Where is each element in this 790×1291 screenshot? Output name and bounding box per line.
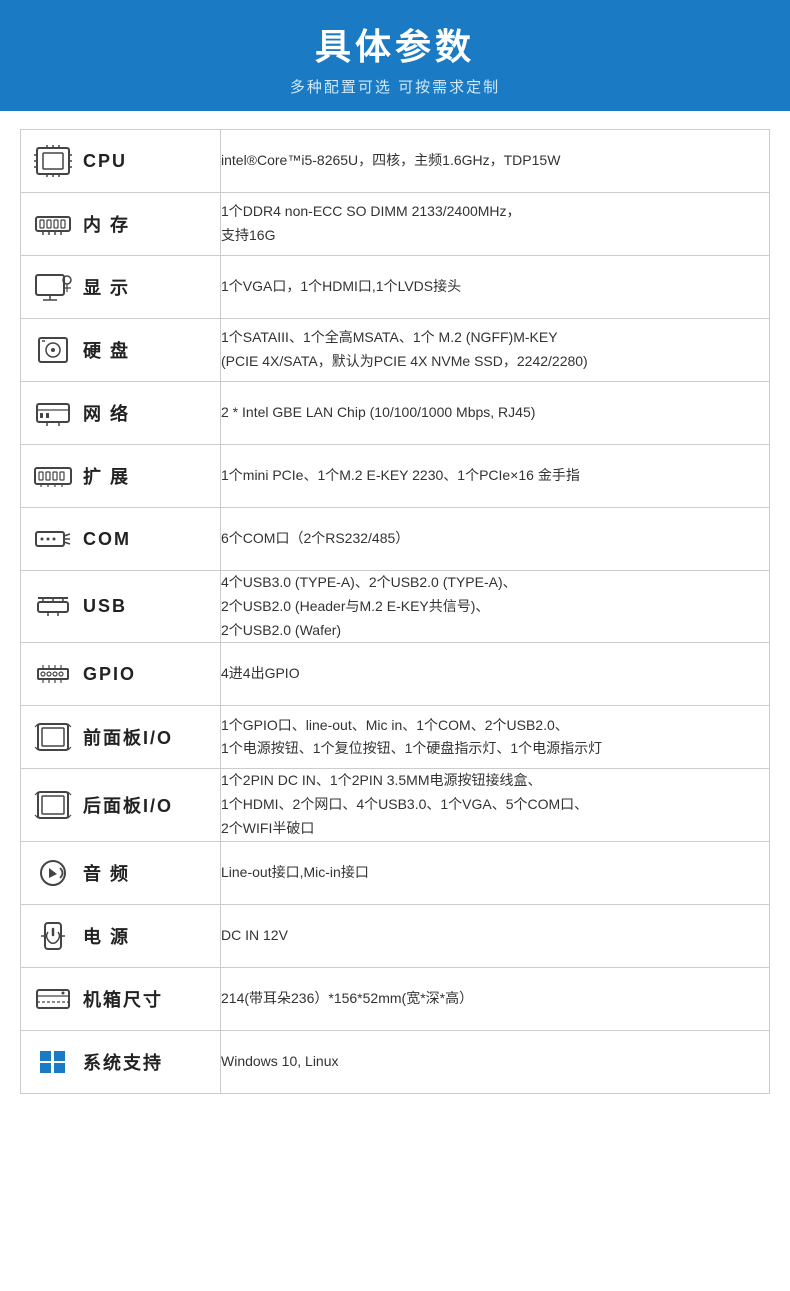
label-cell-gpio: GPIO — [21, 643, 221, 706]
label-cell-audio: 音 频 — [21, 841, 221, 904]
table-row: 电 源 DC IN 12V — [21, 904, 770, 967]
display-value: 1个VGA口，1个HDMI口,1个LVDS接头 — [221, 256, 770, 319]
table-row: 机箱尺寸 214(带耳朵236）*156*52mm(宽*深*高） — [21, 967, 770, 1030]
display-label: 显 示 — [83, 274, 130, 300]
storage-value: 1个SATAIII、1个全高MSATA、1个 M.2 (NGFF)M-KEY(P… — [221, 319, 770, 382]
label-cell-display: 显 示 — [21, 256, 221, 319]
label-cell-front-io: 前面板I/O — [21, 706, 221, 769]
os-label: 系统支持 — [83, 1049, 163, 1075]
spec-table: CPU intel®Core™i5-8265U，四核，主频1.6GHz，TDP15… — [20, 129, 770, 1094]
table-row: 内 存 1个DDR4 non-ECC SO DIMM 2133/2400MHz，支… — [21, 193, 770, 256]
cpu-icon — [31, 142, 75, 180]
table-row: 前面板I/O 1个GPIO口、line-out、Mic in、1个COM、2个US… — [21, 706, 770, 769]
chassis-value: 214(带耳朵236）*156*52mm(宽*深*高） — [221, 967, 770, 1030]
os-icon — [31, 1043, 75, 1081]
power-label: 电 源 — [83, 923, 130, 949]
gpio-label: GPIO — [83, 664, 136, 685]
os-value: Windows 10, Linux — [221, 1030, 770, 1093]
audio-icon — [31, 854, 75, 892]
spec-table-wrapper: CPU intel®Core™i5-8265U，四核，主频1.6GHz，TDP15… — [0, 111, 790, 1114]
com-icon — [31, 520, 75, 558]
label-cell-power: 电 源 — [21, 904, 221, 967]
front-io-icon — [31, 718, 75, 756]
network-label: 网 络 — [83, 400, 130, 426]
page-title: 具体参数 — [0, 18, 790, 70]
power-value: DC IN 12V — [221, 904, 770, 967]
chassis-icon — [31, 980, 75, 1018]
gpio-value: 4进4出GPIO — [221, 643, 770, 706]
label-cell-usb: USB — [21, 571, 221, 643]
memory-value: 1个DDR4 non-ECC SO DIMM 2133/2400MHz，支持16… — [221, 193, 770, 256]
storage-label: 硬 盘 — [83, 337, 130, 363]
chassis-label: 机箱尺寸 — [83, 986, 163, 1012]
power-icon — [31, 917, 75, 955]
label-cell-network: 网 络 — [21, 382, 221, 445]
label-cell-cpu: CPU — [21, 130, 221, 193]
table-row: 显 示 1个VGA口，1个HDMI口,1个LVDS接头 — [21, 256, 770, 319]
network-value: 2 * Intel GBE LAN Chip (10/100/1000 Mbps… — [221, 382, 770, 445]
table-row: USB 4个USB3.0 (TYPE-A)、2个USB2.0 (TYPE-A)、2… — [21, 571, 770, 643]
rear-io-value: 1个2PIN DC IN、1个2PIN 3.5MM电源按钮接线盒、1个HDMI、… — [221, 769, 770, 841]
page-subtitle: 多种配置可选 可按需求定制 — [0, 76, 790, 97]
table-row: 系统支持 Windows 10, Linux — [21, 1030, 770, 1093]
table-row: GPIO 4进4出GPIO — [21, 643, 770, 706]
table-row: 扩 展 1个mini PCIe、1个M.2 E-KEY 2230、1个PCIe×1… — [21, 445, 770, 508]
usb-value: 4个USB3.0 (TYPE-A)、2个USB2.0 (TYPE-A)、2个US… — [221, 571, 770, 643]
storage-icon — [31, 331, 75, 369]
rear-io-label: 后面板I/O — [83, 792, 173, 818]
audio-label: 音 频 — [83, 860, 130, 886]
usb-icon — [31, 588, 75, 626]
audio-value: Line-out接口,Mic-in接口 — [221, 841, 770, 904]
gpio-icon — [31, 655, 75, 693]
usb-label: USB — [83, 596, 127, 617]
expansion-icon — [31, 457, 75, 495]
table-row: 音 频 Line-out接口,Mic-in接口 — [21, 841, 770, 904]
table-row: 网 络 2 * Intel GBE LAN Chip (10/100/1000 M… — [21, 382, 770, 445]
table-row: 硬 盘 1个SATAIII、1个全高MSATA、1个 M.2 (NGFF)M-KE… — [21, 319, 770, 382]
com-value: 6个COM口（2个RS232/485） — [221, 508, 770, 571]
front-io-value: 1个GPIO口、line-out、Mic in、1个COM、2个USB2.0、1… — [221, 706, 770, 769]
display-icon — [31, 268, 75, 306]
label-cell-rear-io: 后面板I/O — [21, 769, 221, 841]
table-row: 后面板I/O 1个2PIN DC IN、1个2PIN 3.5MM电源按钮接线盒、1… — [21, 769, 770, 841]
com-label: COM — [83, 529, 131, 550]
page-header: 具体参数 多种配置可选 可按需求定制 — [0, 0, 790, 111]
label-cell-memory: 内 存 — [21, 193, 221, 256]
label-cell-com: COM — [21, 508, 221, 571]
cpu-label: CPU — [83, 151, 127, 172]
table-row: CPU intel®Core™i5-8265U，四核，主频1.6GHz，TDP15… — [21, 130, 770, 193]
cpu-value: intel®Core™i5-8265U，四核，主频1.6GHz，TDP15W — [221, 130, 770, 193]
label-cell-os: 系统支持 — [21, 1030, 221, 1093]
network-icon — [31, 394, 75, 432]
label-cell-expansion: 扩 展 — [21, 445, 221, 508]
expansion-value: 1个mini PCIe、1个M.2 E-KEY 2230、1个PCIe×16 金… — [221, 445, 770, 508]
table-row: COM 6个COM口（2个RS232/485） — [21, 508, 770, 571]
expansion-label: 扩 展 — [83, 463, 130, 489]
rear-io-icon — [31, 786, 75, 824]
label-cell-chassis: 机箱尺寸 — [21, 967, 221, 1030]
label-cell-storage: 硬 盘 — [21, 319, 221, 382]
memory-icon — [31, 205, 75, 243]
memory-label: 内 存 — [83, 211, 130, 237]
front-io-label: 前面板I/O — [83, 724, 173, 750]
